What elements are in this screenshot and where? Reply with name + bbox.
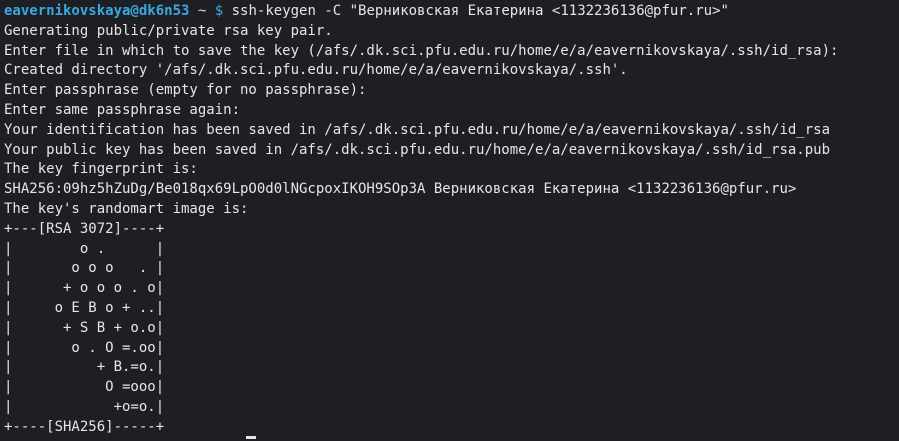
- output-line: | o E B o + ..|: [4, 299, 165, 316]
- prompt-line: eavernikovskaya@dk6n53 ~ $ ssh-keygen -C…: [4, 2, 895, 22]
- output-line: Your identification has been saved in /a…: [4, 121, 831, 138]
- terminal-window[interactable]: eavernikovskaya@dk6n53 ~ $ ssh-keygen -C…: [0, 0, 899, 441]
- output-line: | o . |: [4, 240, 165, 257]
- output-line: +----[SHA256]-----+: [4, 418, 165, 435]
- output-line: | + B.=o.|: [4, 359, 165, 376]
- output-line: | o o o . |: [4, 260, 165, 277]
- output-line: | O =ooo|: [4, 379, 165, 396]
- output-line: | + S B + o.o|: [4, 319, 165, 336]
- terminal-cursor: [246, 436, 256, 439]
- terminal-output: Generating public/private rsa key pair. E…: [4, 22, 895, 438]
- output-line: Enter passphrase (empty for no passphras…: [4, 82, 367, 99]
- output-line: +---[RSA 3072]----+: [4, 220, 165, 237]
- output-line: The key's randomart image is:: [4, 200, 249, 217]
- output-line: | + o o o . o|: [4, 280, 165, 297]
- output-line: SHA256:09hz5hZuDg/Be018qx69LpO0d0lNGcpox…: [4, 181, 797, 198]
- output-line: Generating public/private rsa key pair.: [4, 22, 333, 39]
- output-line: Enter file in which to save the key (/af…: [4, 42, 839, 59]
- output-line: The key fingerprint is:: [4, 161, 198, 178]
- output-line: Enter same passphrase again:: [4, 101, 241, 118]
- prompt-user-host: eavernikovskaya@dk6n53: [4, 3, 190, 19]
- prompt-command: ssh-keygen -C "Верниковская Екатерина <1…: [231, 3, 729, 19]
- prompt-path: ~: [197, 3, 207, 19]
- output-line: | +o=o.|: [4, 398, 165, 415]
- output-line: | o . O =.oo|: [4, 339, 165, 356]
- output-line: Your public key has been saved in /afs/.…: [4, 141, 831, 158]
- output-line: Created directory '/afs/.dk.sci.pfu.edu.…: [4, 62, 628, 79]
- prompt-symbol: $: [214, 3, 224, 19]
